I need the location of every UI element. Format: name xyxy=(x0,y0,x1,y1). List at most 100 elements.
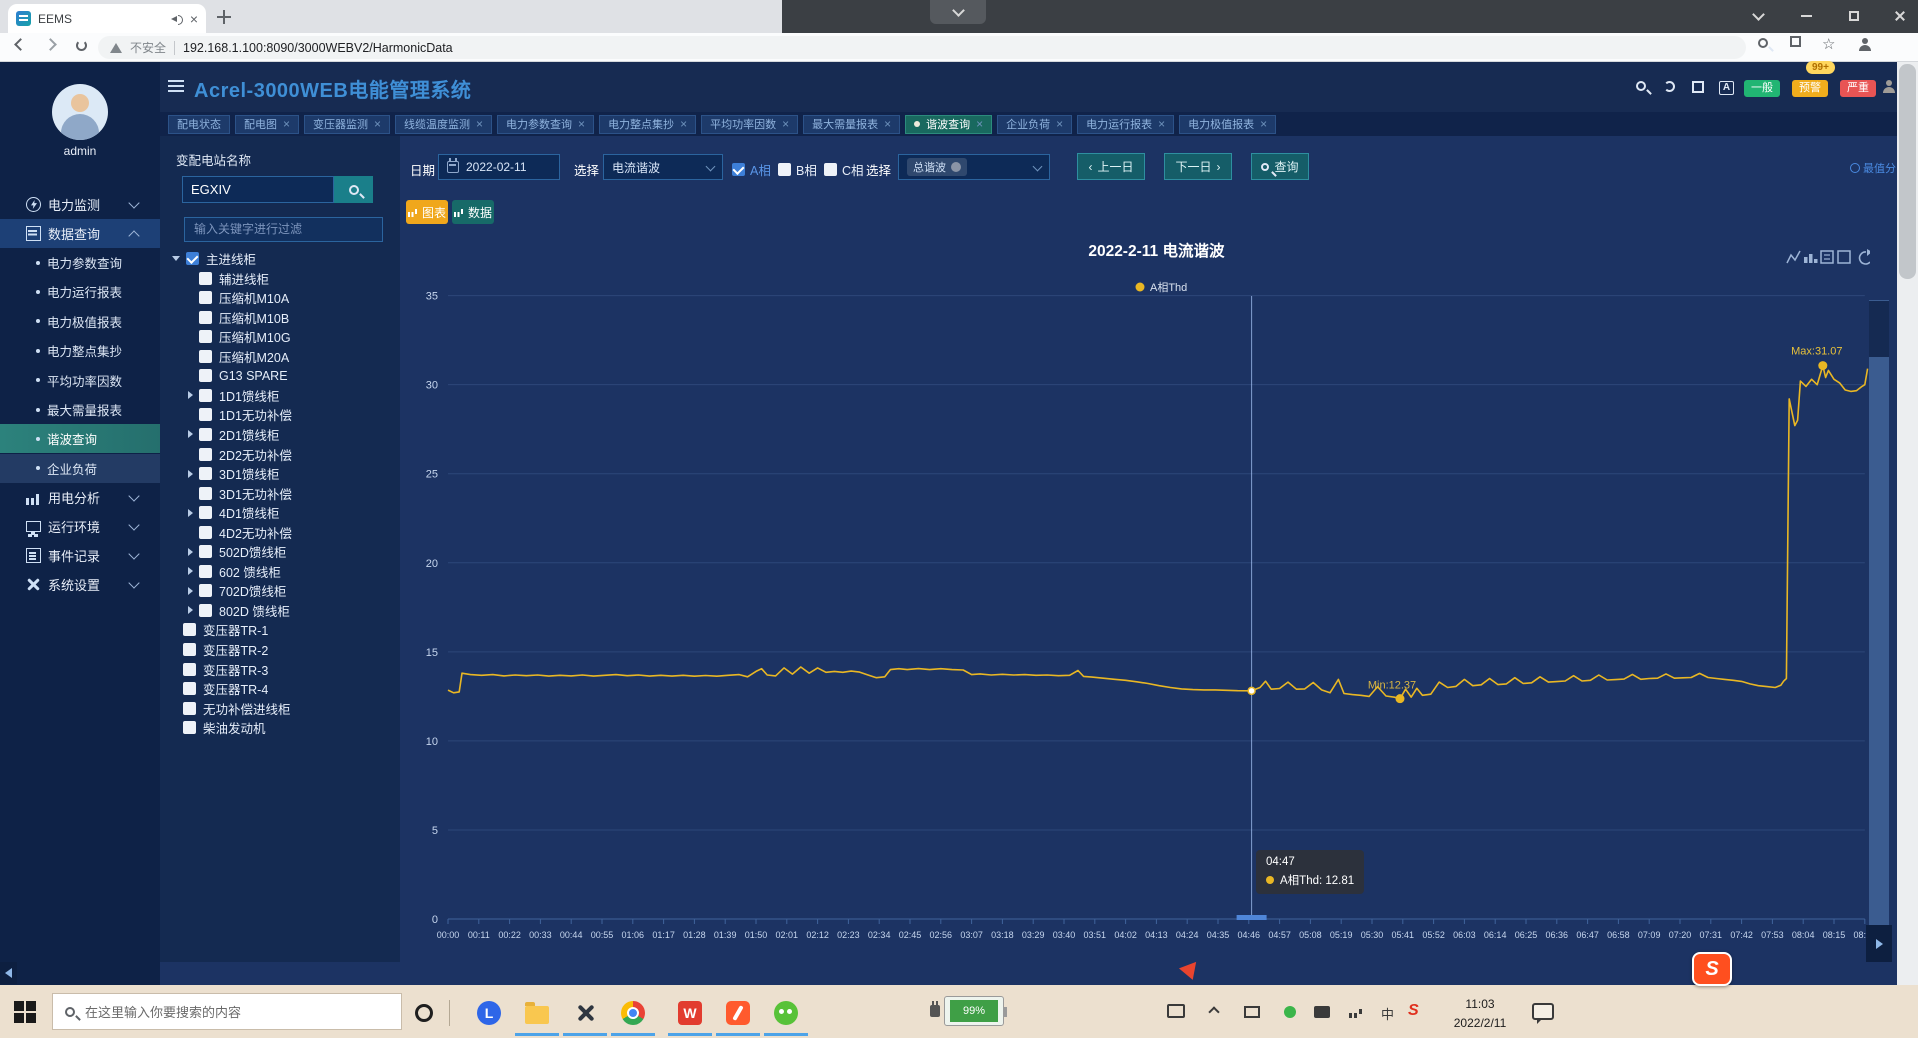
next-day-button[interactable]: 下一日 › xyxy=(1164,153,1232,180)
address-bar[interactable]: 不安全 192.168.1.100:8090/3000WEBV2/Harmoni… xyxy=(98,36,1746,59)
sidebar-group-数据查询[interactable]: 数据查询 xyxy=(0,219,160,248)
tree-caret-icon[interactable] xyxy=(188,587,193,595)
sidebar-item-谐波查询[interactable]: 谐波查询 xyxy=(0,424,160,453)
query-button[interactable]: 查询 xyxy=(1251,153,1309,180)
date-input[interactable]: 2022-02-11 xyxy=(438,154,560,180)
share-icon[interactable] xyxy=(1790,36,1801,47)
tree-checkbox[interactable] xyxy=(199,408,212,421)
sidebar-item-电力极值报表[interactable]: 电力极值报表 xyxy=(0,307,160,336)
workspace-tab-变压器监测[interactable]: 变压器监测 xyxy=(304,115,390,134)
taskbar-app-wechat[interactable] xyxy=(773,1000,799,1026)
scroll-right-button[interactable] xyxy=(1866,925,1892,962)
extremum-link[interactable]: 最值分 xyxy=(1850,160,1896,175)
tree-caret-icon[interactable] xyxy=(188,470,193,478)
tray-ime-indicator[interactable]: 中 xyxy=(1381,1004,1394,1023)
tree-checkbox[interactable] xyxy=(183,702,196,715)
tree-node-压缩机M10A[interactable]: 压缩机M10A xyxy=(188,288,289,308)
tree-checkbox[interactable] xyxy=(183,663,196,676)
sidebar-item-电力整点集抄[interactable]: 电力整点集抄 xyxy=(0,336,160,365)
scroll-left-button[interactable] xyxy=(0,962,17,984)
tree-checkbox[interactable] xyxy=(199,448,212,461)
tree-checkbox[interactable] xyxy=(186,252,199,265)
tree-checkbox[interactable] xyxy=(183,623,196,636)
window-maximize-button[interactable] xyxy=(1844,6,1864,26)
tree-caret-icon[interactable] xyxy=(188,430,193,438)
close-tab-icon[interactable] xyxy=(680,118,687,130)
checkbox[interactable] xyxy=(732,163,745,176)
tree-checkbox[interactable] xyxy=(199,526,212,539)
inner-vertical-scrollbar[interactable] xyxy=(1869,300,1889,962)
tree-checkbox[interactable] xyxy=(199,389,212,402)
alarm-warning-button[interactable]: 预警 xyxy=(1792,80,1828,97)
reload-button[interactable] xyxy=(76,40,90,54)
tree-node-变压器TR-1[interactable]: 变压器TR-1 xyxy=(172,620,268,640)
workspace-tab-电力参数查询[interactable]: 电力参数查询 xyxy=(497,115,594,134)
alarm-critical-button[interactable]: 严重 xyxy=(1840,80,1876,97)
taskbar-app-wps[interactable] xyxy=(677,1000,703,1026)
tray-app-icon[interactable] xyxy=(1314,1004,1330,1018)
sidebar-group-用电分析[interactable]: 用电分析 xyxy=(0,483,160,512)
window-close-button[interactable] xyxy=(1890,6,1910,26)
header-refresh-icon[interactable] xyxy=(1664,81,1680,97)
tray-sogou-icon[interactable] xyxy=(1408,1002,1419,1020)
window-minimize-button[interactable] xyxy=(1796,6,1816,26)
tree-caret-icon[interactable] xyxy=(172,256,180,261)
alarm-normal-button[interactable]: 一般 xyxy=(1744,80,1780,97)
tree-node-1D1无功补偿[interactable]: 1D1无功补偿 xyxy=(188,405,292,425)
sidebar-item-平均功率因数[interactable]: 平均功率因数 xyxy=(0,366,160,395)
close-tab-icon[interactable] xyxy=(1158,118,1165,130)
tree-node-3D1无功补偿[interactable]: 3D1无功补偿 xyxy=(188,483,292,503)
workspace-tab-线缆温度监测[interactable]: 线缆温度监测 xyxy=(395,115,492,134)
tree-node-变压器TR-3[interactable]: 变压器TR-3 xyxy=(172,659,268,679)
tree-node-主进线柜[interactable]: 主进线柜 xyxy=(172,249,256,269)
close-tab-icon[interactable] xyxy=(782,118,789,130)
tree-checkbox[interactable] xyxy=(199,565,212,578)
tree-checkbox[interactable] xyxy=(183,643,196,656)
close-tab-icon[interactable] xyxy=(476,118,483,130)
workspace-tab-电力运行报表[interactable]: 电力运行报表 xyxy=(1077,115,1174,134)
bookmark-star-icon[interactable]: ☆ xyxy=(1822,35,1835,53)
close-tab-icon[interactable] xyxy=(374,118,381,130)
sidebar-group-电力监测[interactable]: 电力监测 xyxy=(0,190,160,219)
sidebar-item-电力参数查询[interactable]: 电力参数查询 xyxy=(0,248,160,277)
tree-caret-icon[interactable] xyxy=(188,509,193,517)
tree-checkbox[interactable] xyxy=(199,604,212,617)
station-search-button[interactable] xyxy=(334,176,373,203)
close-tab-icon[interactable] xyxy=(283,118,290,130)
remote-pulldown-button[interactable] xyxy=(930,0,986,24)
tree-node-502D馈线柜[interactable]: 502D馈线柜 xyxy=(188,542,286,562)
user-icon[interactable] xyxy=(1882,80,1898,96)
profile-icon[interactable] xyxy=(1858,38,1872,52)
close-tab-icon[interactable] xyxy=(1056,118,1063,130)
tray-status-icon[interactable] xyxy=(1284,1004,1296,1018)
tree-caret-icon[interactable] xyxy=(188,548,193,556)
tree-checkbox[interactable] xyxy=(183,682,196,695)
avatar[interactable] xyxy=(52,84,108,140)
workspace-tab-电力极值报表[interactable]: 电力极值报表 xyxy=(1179,115,1276,134)
phase-checkbox-C相[interactable]: C相 xyxy=(824,160,864,179)
tree-node-柴油发动机[interactable]: 柴油发动机 xyxy=(172,718,266,738)
taskbar-app-tools[interactable] xyxy=(572,1000,598,1026)
browser-tab[interactable]: EEMS × xyxy=(8,4,206,33)
tree-node-辅进线柜[interactable]: 辅进线柜 xyxy=(188,268,269,288)
data-view-button[interactable]: 数据 xyxy=(452,200,494,224)
tree-node-4D1馈线柜[interactable]: 4D1馈线柜 xyxy=(188,503,279,523)
checkbox[interactable] xyxy=(778,163,791,176)
sidebar-item-电力运行报表[interactable]: 电力运行报表 xyxy=(0,277,160,306)
start-button[interactable] xyxy=(14,1001,36,1023)
tree-checkbox[interactable] xyxy=(199,350,212,363)
notification-icon[interactable] xyxy=(1532,1003,1554,1020)
prev-day-button[interactable]: ‹ 上一日 xyxy=(1077,153,1145,180)
tree-node-变压器TR-2[interactable]: 变压器TR-2 xyxy=(172,640,268,660)
browser-scrollbar-thumb[interactable] xyxy=(1899,64,1916,279)
tree-node-压缩机M10B[interactable]: 压缩机M10B xyxy=(188,307,289,327)
taskbar-app-l[interactable] xyxy=(476,1000,502,1026)
forward-button[interactable] xyxy=(46,40,60,54)
sidebar-item-最大需量报表[interactable]: 最大需量报表 xyxy=(0,395,160,424)
tree-node-4D2无功补偿[interactable]: 4D2无功补偿 xyxy=(188,522,292,542)
tree-checkbox[interactable] xyxy=(199,330,212,343)
taskbar-app-chrome[interactable] xyxy=(620,1000,646,1026)
close-tab-icon[interactable] xyxy=(976,118,983,130)
workspace-tab-企业负荷[interactable]: 企业负荷 xyxy=(997,115,1072,134)
sogou-floating-icon[interactable] xyxy=(1692,952,1732,986)
